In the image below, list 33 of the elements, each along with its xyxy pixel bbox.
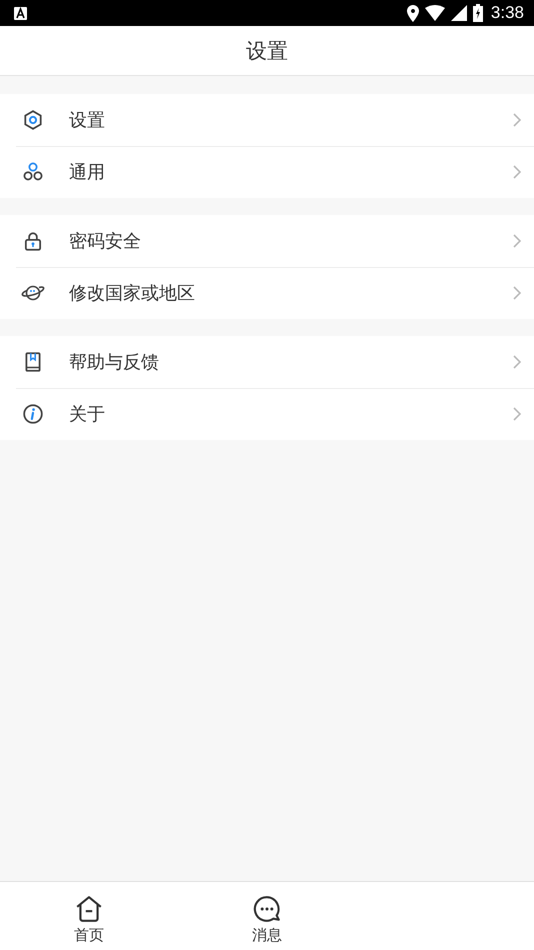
nav-tab[interactable]: 首页 bbox=[0, 882, 178, 950]
row-label: 设置 bbox=[69, 109, 106, 132]
row-label: 密码安全 bbox=[69, 230, 142, 253]
clock-time: 3:38 bbox=[490, 3, 524, 23]
location-icon bbox=[406, 4, 419, 22]
chevron-icon bbox=[512, 407, 522, 421]
settings-row[interactable]: 密码安全 bbox=[0, 215, 534, 267]
chat-icon bbox=[252, 894, 282, 924]
chevron-icon bbox=[512, 165, 522, 179]
settings-row[interactable]: 关于 bbox=[0, 388, 534, 440]
info-icon bbox=[22, 403, 44, 425]
lock-icon bbox=[22, 230, 44, 252]
hexagon-icon bbox=[22, 109, 44, 131]
chevron-icon bbox=[512, 286, 522, 300]
row-label: 帮助与反馈 bbox=[69, 351, 160, 374]
row-label: 通用 bbox=[69, 161, 106, 184]
row-label: 关于 bbox=[69, 403, 106, 426]
nav-tab[interactable]: 消息 bbox=[178, 882, 356, 950]
chevron-icon bbox=[512, 234, 522, 248]
chevron-icon bbox=[512, 355, 522, 369]
settings-row[interactable]: 通用 bbox=[0, 146, 534, 198]
notification-icon bbox=[14, 6, 27, 20]
wifi-icon bbox=[424, 5, 445, 21]
settings-row[interactable]: 修改国家或地区 bbox=[0, 267, 534, 319]
settings-row[interactable]: 设置 bbox=[0, 94, 534, 146]
settings-row[interactable]: 帮助与反馈 bbox=[0, 336, 534, 388]
row-label: 修改国家或地区 bbox=[69, 282, 196, 305]
signal-icon bbox=[450, 5, 467, 21]
page-title: 设置 bbox=[246, 38, 288, 64]
home-icon bbox=[74, 894, 104, 924]
circles-icon bbox=[22, 161, 44, 183]
chevron-icon bbox=[512, 113, 522, 127]
battery-icon bbox=[472, 4, 483, 22]
